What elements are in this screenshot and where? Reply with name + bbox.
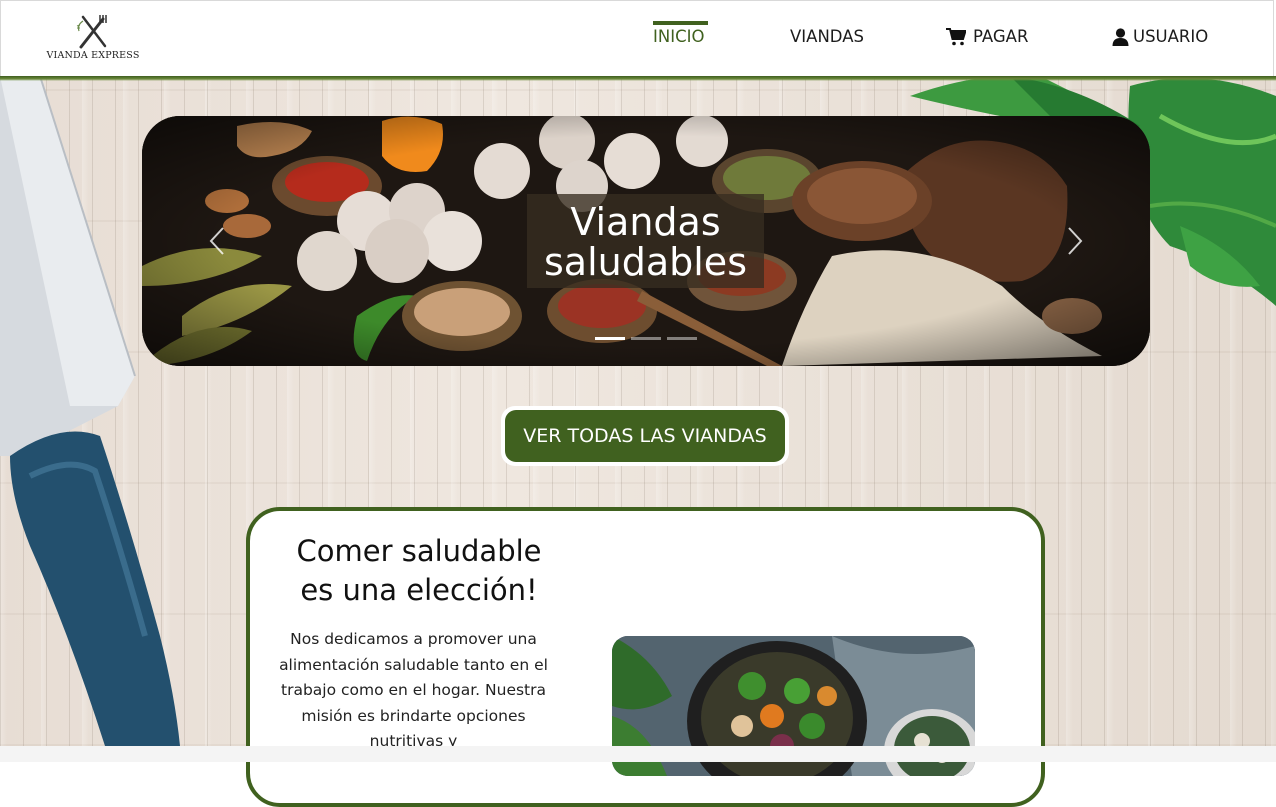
logo[interactable]: VIANDA EXPRESS [45,13,141,63]
carousel-prev-arrow-icon[interactable] [206,224,230,258]
nav-viandas[interactable]: VIANDAS [790,27,864,46]
nav-usuario-label: USUARIO [1133,27,1209,46]
card-description: Nos dedicamos a promover una alimentació… [279,630,548,750]
nav-inicio-label: INICIO [653,27,705,46]
carousel-indicator-3[interactable] [667,337,697,340]
carousel-indicators [595,337,697,340]
nav-viandas-label: VIANDAS [790,27,864,46]
view-all-viandas-button[interactable]: VER TODAS LAS VIANDAS [505,410,785,462]
top-navbar: VIANDA EXPRESS INICIO VIANDAS PAGAR USUA… [0,0,1274,76]
nav-usuario[interactable]: USUARIO [1112,27,1208,46]
view-all-button-wrapper: VER TODAS LAS VIANDAS [501,406,789,466]
carousel-caption: Viandas saludables [527,194,764,288]
carousel-indicator-2[interactable] [631,337,661,340]
cart-icon [946,27,966,45]
nav-pagar-label: PAGAR [973,27,1029,46]
page-bottom-edge [0,746,1276,762]
carousel-next-arrow-icon[interactable] [1062,224,1086,258]
header-accent-border [0,76,1276,81]
user-icon [1112,27,1129,46]
logo-text: VIANDA EXPRESS [46,50,140,61]
nav-inicio[interactable]: INICIO [653,27,704,46]
carousel-indicator-1[interactable] [595,337,625,340]
card-title: Comer saludable es una elección! [296,534,542,607]
fork-and-knife-icon [76,15,107,49]
active-nav-indicator [653,21,708,25]
nav-pagar[interactable]: PAGAR [946,27,1028,46]
